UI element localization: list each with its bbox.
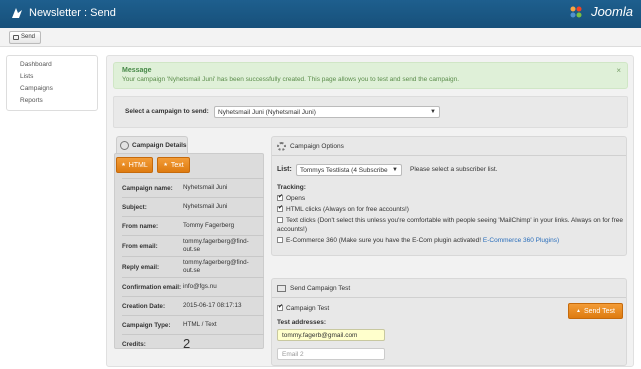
campaign-select-value: Nyhetsmail Juni (Nyhetsmail Juni) xyxy=(218,109,316,116)
detail-value: 2015-06-17 08:17:13 xyxy=(183,302,242,309)
html-button-label: HTML xyxy=(128,161,148,169)
tracking-label: Tracking: xyxy=(277,184,306,191)
opens-checkbox[interactable] xyxy=(277,193,283,202)
html-preview-button[interactable]: ★ HTML xyxy=(116,157,153,173)
html-clicks-label: HTML clicks (Always on for free accounts… xyxy=(286,206,409,213)
message-text: Your campaign 'Nyhetsmail Juni' has been… xyxy=(122,76,460,83)
gear-icon xyxy=(277,141,286,151)
detail-row: Subject: Nyhetsmail Juni xyxy=(122,197,264,216)
detail-value: tommy.fagerberg@find-out.se xyxy=(183,259,249,274)
test-email-1-field[interactable]: tommy.fagerb@gmail.com xyxy=(277,329,385,341)
detail-key: From name: xyxy=(122,222,159,230)
campaign-select-bar: Select a campaign to send: Nyhetsmail Ju… xyxy=(113,96,628,128)
tab-campaign-details[interactable]: Campaign Details xyxy=(116,136,188,153)
header-bar: Newsletter : Send Joomla xyxy=(0,0,641,28)
send-test-header: Send Campaign Test xyxy=(272,279,626,298)
detail-key: Confirmation email: xyxy=(122,283,182,291)
ecommerce-checkbox[interactable] xyxy=(277,237,283,243)
text-clicks-label: Text clicks (Don't select this unless yo… xyxy=(277,217,623,233)
user-icon: ▲ xyxy=(576,308,581,314)
toolbar: Send xyxy=(0,28,641,47)
campaign-select[interactable]: Nyhetsmail Juni (Nyhetsmail Juni) ▼ xyxy=(214,106,440,118)
message-heading: Message xyxy=(122,67,152,74)
joomla-logo-icon xyxy=(570,6,582,18)
send-test-title: Send Campaign Test xyxy=(290,284,351,292)
html-clicks-checkbox[interactable] xyxy=(277,204,283,213)
opens-label: Opens xyxy=(286,195,306,202)
detail-value: Tommy Fagerberg xyxy=(183,222,235,229)
sidebar: Dashboard Lists Campaigns Reports xyxy=(6,55,98,111)
campaign-options-panel: Campaign Options List: Tommys Testlista … xyxy=(271,136,627,256)
detail-key: Campaign name: xyxy=(122,184,173,192)
detail-row: Creation Date: 2015-06-17 08:17:13 xyxy=(122,296,264,315)
list-label: List: xyxy=(277,166,292,173)
opens-option: Opens xyxy=(277,193,623,204)
chevron-down-icon: ▼ xyxy=(392,167,398,173)
list-select-value: Tommys Testlista (4 Subscribe xyxy=(300,167,388,174)
detail-key: Creation Date: xyxy=(122,302,166,310)
ecommerce-label: E-Commerce 360 (Make sure you have the E… xyxy=(286,237,482,244)
detail-value: tommy.fagerberg@find-out.se xyxy=(183,238,249,253)
text-preview-button[interactable]: ★ Text xyxy=(157,157,190,173)
sidebar-item-campaigns[interactable]: Campaigns xyxy=(7,83,97,95)
detail-key: Credits: xyxy=(122,340,146,348)
send-button-label: Send xyxy=(21,34,36,40)
joomla-brand: Joomla xyxy=(591,4,633,19)
sidebar-item-lists[interactable]: Lists xyxy=(7,71,97,83)
detail-key: Reply email: xyxy=(122,263,160,271)
test-addresses-label: Test addresses: xyxy=(277,319,327,326)
star-icon: ★ xyxy=(163,162,168,168)
campaign-test-checkbox[interactable] xyxy=(277,303,283,312)
detail-row: Campaign name: Nyhetsmail Juni xyxy=(122,178,264,197)
detail-value: Nyhetsmail Juni xyxy=(183,184,228,191)
text-button-label: Text xyxy=(170,161,184,169)
text-clicks-option: Text clicks (Don't select this unless yo… xyxy=(277,217,623,234)
detail-key: Subject: xyxy=(122,203,147,211)
search-icon xyxy=(120,140,129,150)
campaign-details-panel: ★ HTML ★ Text Campaign name: Nyhetsmail … xyxy=(114,153,264,350)
detail-row: Confirmation email: info@fgs.nu xyxy=(122,277,264,296)
send-test-label: Send Test xyxy=(583,307,615,315)
detail-key: Campaign Type: xyxy=(122,321,171,329)
campaign-options-header: Campaign Options xyxy=(272,137,626,156)
ecommerce-plugins-link[interactable]: E-Commerce 360 Plugins) xyxy=(483,237,559,244)
campaign-test-label: Campaign Test xyxy=(286,305,330,312)
detail-row: Reply email: tommy.fagerberg@find-out.se xyxy=(122,256,264,277)
sidebar-item-reports[interactable]: Reports xyxy=(7,95,97,107)
tab-campaign-details-label: Campaign Details xyxy=(132,141,187,149)
send-button[interactable]: Send xyxy=(9,31,42,44)
detail-row: Credits: 2 xyxy=(122,334,264,353)
detail-row: From email: tommy.fagerberg@find-out.se xyxy=(122,235,264,256)
campaign-options-title: Campaign Options xyxy=(290,142,344,150)
test-email-2-field[interactable]: Email 2 xyxy=(277,348,385,360)
send-icon xyxy=(13,35,19,40)
detail-value: info@fgs.nu xyxy=(183,283,217,290)
send-test-panel: Send Campaign Test Campaign Test ▲ Send … xyxy=(271,278,627,366)
detail-value: HTML / Text xyxy=(183,321,217,328)
ecommerce-option: E-Commerce 360 (Make sure you have the E… xyxy=(277,237,623,246)
list-hint: Please select a subscriber list. xyxy=(410,166,498,173)
list-select[interactable]: Tommys Testlista (4 Subscribe ▼ xyxy=(296,164,402,176)
campaign-select-label: Select a campaign to send: xyxy=(125,108,209,115)
page-title: Newsletter : Send xyxy=(29,7,116,19)
close-icon[interactable]: × xyxy=(616,66,621,75)
newsletter-logo-icon xyxy=(12,8,22,18)
text-clicks-checkbox[interactable] xyxy=(277,217,283,223)
detail-value: Nyhetsmail Juni xyxy=(183,203,228,210)
star-icon: ★ xyxy=(121,162,126,168)
detail-key: From email: xyxy=(122,242,158,250)
list-row: List: Tommys Testlista (4 Subscribe ▼ Pl… xyxy=(277,164,623,176)
detail-row: Campaign Type: HTML / Text xyxy=(122,315,264,334)
sidebar-item-dashboard[interactable]: Dashboard xyxy=(7,59,97,71)
detail-row: From name: Tommy Fagerberg xyxy=(122,216,264,235)
main-content: Message Your campaign 'Nyhetsmail Juni' … xyxy=(106,55,634,367)
html-clicks-option: HTML clicks (Always on for free accounts… xyxy=(277,204,623,215)
success-message: Message Your campaign 'Nyhetsmail Juni' … xyxy=(113,62,628,89)
envelope-icon xyxy=(277,284,286,292)
chevron-down-icon: ▼ xyxy=(430,109,436,115)
send-test-button[interactable]: ▲ Send Test xyxy=(568,303,623,319)
credits-value: 2 xyxy=(183,336,191,351)
